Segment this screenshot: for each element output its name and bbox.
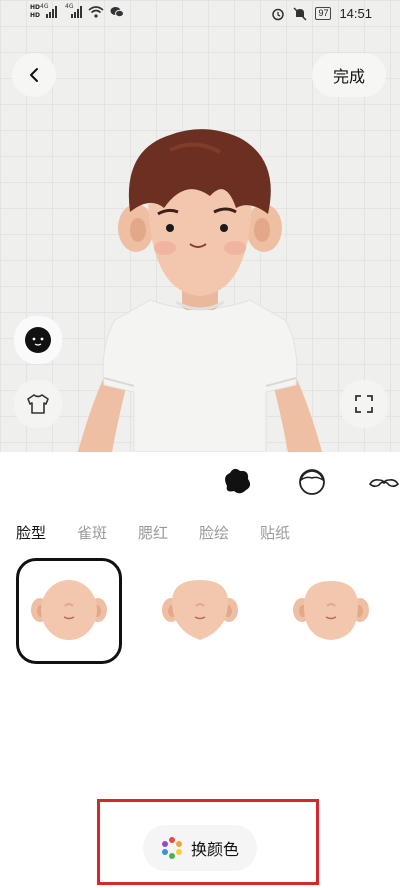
done-button[interactable]: 完成 [312,53,386,97]
change-color-button[interactable]: 换颜色 [143,825,257,871]
mustache-icon[interactable] [368,466,400,498]
palette-dot [175,849,182,855]
fullscreen-button[interactable] [340,380,388,428]
face-outline-icon[interactable] [297,466,327,498]
sub-tab-bar: 脸型 雀斑 腮红 脸绘 贴纸 [16,522,321,543]
face-shape-thumbnail [162,580,238,640]
fullscreen-icon [355,395,373,413]
category-icon-row [0,466,400,502]
palette-dot [168,837,175,843]
palette-dot [168,853,175,859]
wifi-icon [88,6,104,18]
hair-blob-icon[interactable] [222,466,252,498]
shirt-icon [27,394,49,414]
palette-dot [175,841,182,847]
face-mode-button[interactable] [14,316,62,364]
change-color-label: 换颜色 [190,840,239,859]
face-option-2[interactable] [147,558,253,664]
face-shape-thumbnail [293,581,369,640]
alarm-icon [272,8,285,20]
face-shape-thumbnail [31,580,107,640]
palette-dot [161,841,168,847]
tab-face-shape[interactable]: 脸型 [16,522,77,543]
mute-icon [293,6,307,21]
face-shape-icon [25,327,51,353]
status-bar: HD HD 4G 4G 97 14:51 [0,0,400,28]
signal-icon: 4G [40,3,58,18]
tab-stickers[interactable]: 贴纸 [260,522,321,543]
tab-freckles[interactable]: 雀斑 [77,522,138,543]
face-option-3[interactable] [278,558,384,664]
face-option-1[interactable] [16,558,122,664]
palette-dot [161,849,168,855]
back-button[interactable] [12,53,56,97]
status-time: 14:51 [339,6,372,21]
avatar-preview: HD HD 4G 4G 97 14:51 完成 [0,0,400,452]
hd-indicator: HD HD [30,4,41,19]
tab-face-paint[interactable]: 脸绘 [199,522,260,543]
tab-blush[interactable]: 腮红 [138,522,199,543]
battery-icon: 97 [315,7,332,20]
color-palette-icon [161,837,183,859]
signal-icon: 4G [65,3,83,18]
wechat-icon [110,7,125,18]
chevron-left-icon [30,68,38,82]
avatar-editor-screen: HD HD 4G 4G 97 14:51 完成 脸型 雀斑 腮红 脸绘 贴纸 换… [0,0,400,888]
clothing-mode-button[interactable] [14,380,62,428]
